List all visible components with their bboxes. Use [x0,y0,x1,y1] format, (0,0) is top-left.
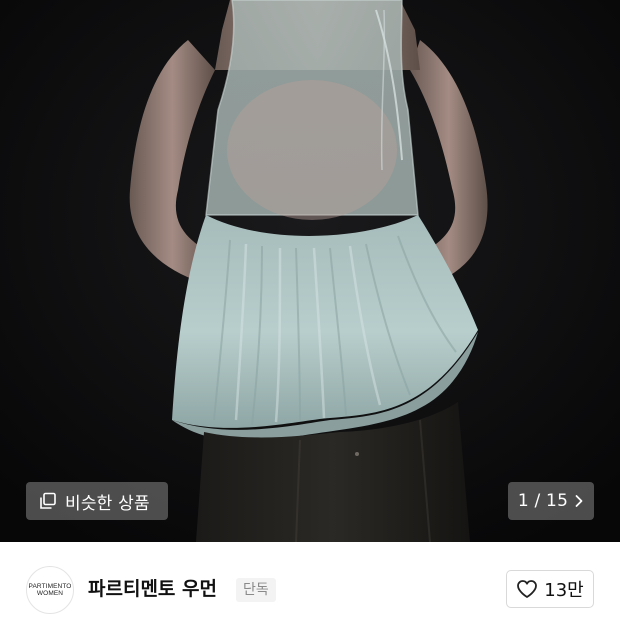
chevron-right-icon [574,493,584,509]
product-photo-illustration [0,0,620,542]
like-button[interactable]: 13만 [506,570,594,608]
similar-products-label: 비슷한 상품 [65,493,150,514]
stacked-squares-icon [38,491,58,511]
image-counter-text: 1 / 15 [517,491,569,511]
shop-logo[interactable]: PARTIMENTO WOMEN [26,566,74,614]
exclusive-badge: 단독 [236,578,276,602]
shop-logo-line2: WOMEN [36,590,64,597]
image-counter-button[interactable]: 1 / 15 [508,482,594,520]
product-photo[interactable]: 비슷한 상품 1 / 15 [0,0,620,542]
heart-outline-icon [516,579,538,599]
shop-name[interactable]: 파르티멘토 우먼 [88,577,217,601]
like-count: 13만 [544,580,584,601]
shop-logo-line1: PARTIMENTO [28,582,72,590]
similar-products-button[interactable]: 비슷한 상품 [26,482,168,520]
product-detail-screen: 비슷한 상품 1 / 15 PARTIMENTO WOMEN 파르티멘토 우먼 … [0,0,620,620]
shop-row: PARTIMENTO WOMEN 파르티멘토 우먼 단독 13만 [0,542,620,620]
